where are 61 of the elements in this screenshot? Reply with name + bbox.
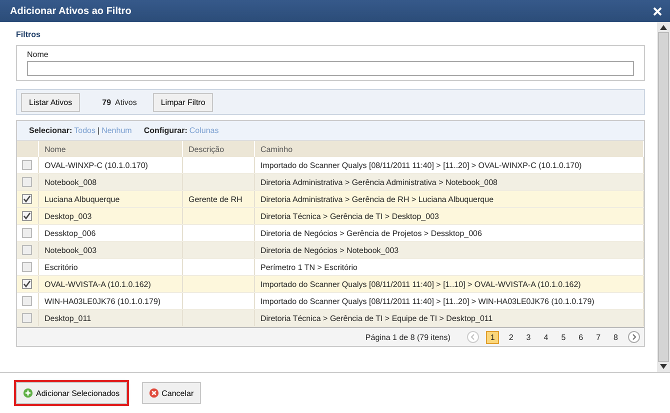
- table-cell: Diretoria Técnica > Gerência de TI > Equipe de TI > Desktop_011: [254, 310, 644, 326]
- column-header[interactable]: Descrição: [182, 141, 254, 157]
- add-selected-button[interactable]: Adicionar Selecionados: [16, 382, 127, 404]
- table-cell: [182, 174, 254, 190]
- page-link[interactable]: 7: [593, 332, 604, 342]
- table-cell: [182, 208, 254, 224]
- table-cell: Desktop_011: [38, 310, 182, 326]
- table-cell: Diretoria de Negócios > Notebook_003: [254, 242, 644, 258]
- window-title: Adicionar Ativos ao Filtro: [10, 6, 132, 16]
- table-cell: [182, 276, 254, 292]
- page-link[interactable]: 3: [523, 332, 534, 342]
- row-checkbox[interactable]: [22, 296, 32, 306]
- list-assets-button[interactable]: Listar Ativos: [21, 92, 80, 112]
- table-cell: Diretoria Administrativa > Gerência Administrativa > Notebook_008: [254, 174, 644, 190]
- scrollbar-thumb[interactable]: [658, 32, 669, 362]
- table-cell: OVAL-WVISTA-A (10.1.0.162): [38, 276, 182, 292]
- table-cell: Gerente de RH: [182, 190, 254, 208]
- plus-icon: [23, 388, 33, 398]
- table-cell: Diretoria Administrativa > Gerência de RH > Luciana Albuquerque: [254, 190, 644, 208]
- separator: |: [98, 126, 100, 135]
- table-cell: Luciana Albuquerque: [38, 190, 182, 208]
- section-title: Filtros: [16, 30, 42, 39]
- asset-count: 79: [102, 98, 112, 106]
- configure-label: Configurar:: [144, 126, 188, 135]
- field-label: Nome: [27, 50, 50, 59]
- page-link[interactable]: 1: [486, 330, 499, 344]
- page-link[interactable]: 8: [610, 332, 621, 342]
- table-cell: Notebook_003: [38, 242, 182, 258]
- row-checkbox[interactable]: [22, 279, 32, 289]
- scroll-up-icon[interactable]: [660, 25, 667, 30]
- page-link[interactable]: 4: [540, 332, 552, 342]
- row-checkbox[interactable]: [22, 262, 32, 272]
- page-link[interactable]: 5: [558, 332, 569, 342]
- name-input-field[interactable]: [27, 61, 634, 76]
- column-header[interactable]: Nome: [38, 141, 182, 157]
- table-cell: Notebook_008: [38, 174, 182, 190]
- table-cell: Diretoria Técnica > Gerência de TI > Desktop_003: [254, 208, 644, 224]
- next-page-icon[interactable]: [628, 331, 640, 343]
- scroll-down-icon[interactable]: [660, 364, 667, 369]
- cancel-button[interactable]: Cancelar: [142, 382, 201, 404]
- row-checkbox[interactable]: [22, 160, 32, 170]
- row-checkbox[interactable]: [22, 177, 32, 187]
- previous-page-icon[interactable]: [467, 331, 480, 343]
- page-link[interactable]: 6: [576, 332, 586, 342]
- close-icon[interactable]: [653, 6, 662, 16]
- table-cell: Desktop_003: [38, 208, 182, 224]
- column-header[interactable]: Caminho: [254, 141, 644, 157]
- select-label: Selecionar:: [29, 126, 72, 135]
- row-checkbox[interactable]: [22, 313, 32, 323]
- table-cell: [182, 242, 254, 258]
- page-link[interactable]: 2: [506, 332, 516, 342]
- row-checkbox[interactable]: [22, 228, 32, 238]
- table-cell: Importado do Scanner Qualys [08/11/2011 11:40] > [1..10] > OVAL-WVISTA-A (10.1.0.162): [254, 276, 644, 292]
- close-circle-icon: [148, 388, 159, 398]
- page-info: Página 1 de 8 (79 itens): [365, 332, 450, 342]
- clear-filter-button[interactable]: Limpar Filtro: [152, 92, 214, 112]
- table-cell: [182, 310, 254, 326]
- row-checkbox[interactable]: [22, 194, 32, 204]
- asset-count-label: Ativos: [115, 98, 137, 106]
- row-checkbox[interactable]: [22, 211, 32, 221]
- row-checkbox[interactable]: [22, 245, 32, 255]
